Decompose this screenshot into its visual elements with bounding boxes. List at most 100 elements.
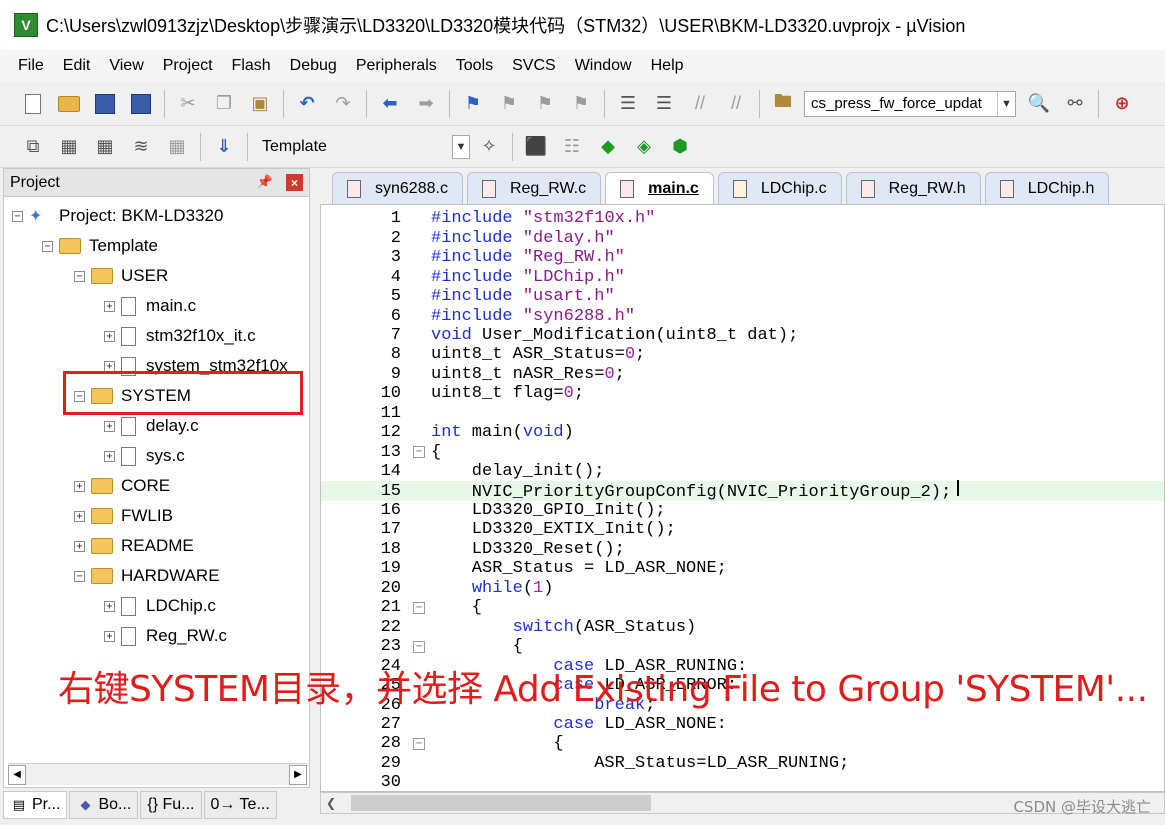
code-line[interactable]: 21− { <box>321 598 1164 618</box>
collapse-icon[interactable]: − <box>74 270 85 282</box>
chevron-down-icon[interactable]: ▼ <box>997 91 1015 116</box>
redo-button[interactable]: ↷ <box>328 89 358 119</box>
indent-button[interactable]: ☰ <box>613 89 643 119</box>
manage-run-time-env-button[interactable]: ◆ <box>593 132 623 162</box>
code-line[interactable]: 15 NVIC_PriorityGroupConfig(NVIC_Priorit… <box>321 480 1164 502</box>
manage-multi-project-button[interactable]: ☷ <box>557 132 587 162</box>
navigate-back-button[interactable]: ⬅ <box>375 89 405 119</box>
batch-build-button[interactable]: ≋ <box>126 132 156 162</box>
menu-tools[interactable]: Tools <box>448 57 504 75</box>
fold-collapse-icon[interactable]: − <box>413 446 425 459</box>
menu-edit[interactable]: Edit <box>55 57 102 75</box>
menu-peripherals[interactable]: Peripherals <box>348 57 448 75</box>
tree-item-core[interactable]: + CORE <box>74 471 170 501</box>
expand-icon[interactable]: + <box>104 360 115 372</box>
tree-item-reg-rw-c[interactable]: + Reg_RW.c <box>104 621 227 651</box>
collapse-icon[interactable]: − <box>12 210 23 222</box>
tree-item-project-bkm-ld3320[interactable]: − ✦ Project: BKM-LD3320 <box>12 201 223 231</box>
code-line[interactable]: 16 LD3320_GPIO_Init(); <box>321 501 1164 521</box>
manage-project-items-button[interactable]: ⬛ <box>521 132 551 162</box>
expand-icon[interactable]: + <box>104 600 115 612</box>
fold-collapse-icon[interactable]: − <box>413 640 425 653</box>
code-line[interactable]: 6 #include "syn6288.h" <box>321 306 1164 326</box>
tree-item-sys-c[interactable]: + sys.c <box>104 441 185 471</box>
scroll-right-icon[interactable]: ▶ <box>289 764 307 785</box>
code-line[interactable]: 12 int main(void) <box>321 423 1164 443</box>
navigate-forward-button[interactable]: ➡ <box>411 89 441 119</box>
next-bookmark-button[interactable]: ⚑ <box>530 89 560 119</box>
pin-icon[interactable]: 📌 <box>257 174 273 190</box>
tab-syn6288-c[interactable]: syn6288.c <box>332 172 463 204</box>
menu-view[interactable]: View <box>101 57 154 75</box>
code-line[interactable]: 13−{ <box>321 442 1164 462</box>
bookmark-button[interactable]: ⚑ <box>458 89 488 119</box>
expand-icon[interactable]: + <box>74 480 85 492</box>
scroll-track[interactable] <box>26 768 289 782</box>
pack-installer-button[interactable]: ⬢ <box>665 132 695 162</box>
code-line[interactable]: 23− { <box>321 637 1164 657</box>
code-line[interactable]: 27 case LD_ASR_NONE: <box>321 715 1164 735</box>
save-button[interactable] <box>90 89 120 119</box>
find-button[interactable]: 🔍 <box>1024 89 1054 119</box>
tree-item-fwlib[interactable]: + FWLIB <box>74 501 173 531</box>
menu-project[interactable]: Project <box>155 57 224 75</box>
tab-ldchip-h[interactable]: LDChip.h <box>984 172 1110 204</box>
code-line[interactable]: 2 #include "delay.h" <box>321 228 1164 248</box>
translate-button[interactable]: ⧉ <box>18 132 48 162</box>
uncomment-button[interactable]: // <box>721 89 751 119</box>
new-file-button[interactable] <box>18 89 48 119</box>
tree-item-hardware[interactable]: − HARDWARE <box>74 561 220 591</box>
expand-icon[interactable]: + <box>104 330 115 342</box>
find-in-files-button[interactable]: 🖿 <box>768 89 798 119</box>
collapse-icon[interactable]: − <box>42 240 53 252</box>
collapse-icon[interactable]: − <box>74 570 85 582</box>
code-line[interactable]: 9 uint8_t nASR_Res=0; <box>321 365 1164 385</box>
menu-file[interactable]: File <box>10 57 55 75</box>
tree-item-main-c[interactable]: + main.c <box>104 291 196 321</box>
tree-item-user[interactable]: − USER <box>74 261 168 291</box>
expand-icon[interactable]: + <box>104 420 115 432</box>
tab-functions[interactable]: {} Fu... <box>140 791 202 819</box>
code-line[interactable]: 4 #include "LDChip.h" <box>321 267 1164 287</box>
code-line[interactable]: 5 #include "usart.h" <box>321 287 1164 307</box>
code-line[interactable]: 22 switch(ASR_Status) <box>321 617 1164 637</box>
code-line[interactable]: 18 LD3320_Reset(); <box>321 540 1164 560</box>
tab-templates[interactable]: 0→ Te... <box>203 791 277 819</box>
menu-help[interactable]: Help <box>643 57 695 75</box>
code-line[interactable]: 7 void User_Modification(uint8_t dat); <box>321 326 1164 346</box>
tab-main-c[interactable]: main.c <box>605 172 714 204</box>
undo-button[interactable]: ↶ <box>292 89 322 119</box>
cut-button[interactable]: ✂ <box>173 89 203 119</box>
menu-window[interactable]: Window <box>567 57 643 75</box>
comment-button[interactable]: // <box>685 89 715 119</box>
code-line[interactable]: 3 #include "Reg_RW.h" <box>321 248 1164 268</box>
expand-icon[interactable]: + <box>74 540 85 552</box>
code-line[interactable]: 11 <box>321 404 1164 424</box>
code-line[interactable]: 17 LD3320_EXTIX_Init(); <box>321 520 1164 540</box>
tab-books[interactable]: ◆ Bo... <box>69 791 139 819</box>
code-line[interactable]: 30 <box>321 773 1164 791</box>
paste-button[interactable]: ▣ <box>245 89 275 119</box>
save-all-button[interactable] <box>126 89 156 119</box>
tab-reg-rw-c[interactable]: Reg_RW.c <box>466 172 602 204</box>
tree-item-delay-c[interactable]: + delay.c <box>104 411 199 441</box>
scroll-thumb[interactable] <box>351 795 651 811</box>
code-line[interactable]: 14 delay_init(); <box>321 462 1164 482</box>
scroll-left-icon[interactable]: ❮ <box>321 793 341 813</box>
open-file-button[interactable] <box>54 89 84 119</box>
tree-item-template[interactable]: − Template <box>42 231 158 261</box>
expand-icon[interactable]: + <box>74 510 85 522</box>
tab-reg-rw-h[interactable]: Reg_RW.h <box>845 172 981 204</box>
find-combo[interactable]: cs_press_fw_force_updat ▼ <box>804 90 1016 117</box>
target-combo[interactable]: Template ▼ <box>256 134 470 160</box>
stop-build-button[interactable]: ▦ <box>162 132 192 162</box>
code-line[interactable]: 1 #include "stm32f10x.h" <box>321 209 1164 229</box>
menu-svcs[interactable]: SVCS <box>504 57 567 75</box>
expand-icon[interactable]: + <box>104 450 115 462</box>
expand-icon[interactable]: + <box>104 630 115 642</box>
download-button[interactable]: ⇓ <box>209 132 239 162</box>
select-software-packs-button[interactable]: ◈ <box>629 132 659 162</box>
chevron-down-icon[interactable]: ▼ <box>452 134 470 159</box>
tab-ldchip-c[interactable]: LDChip.c <box>717 172 842 204</box>
fold-collapse-icon[interactable]: − <box>413 737 425 750</box>
